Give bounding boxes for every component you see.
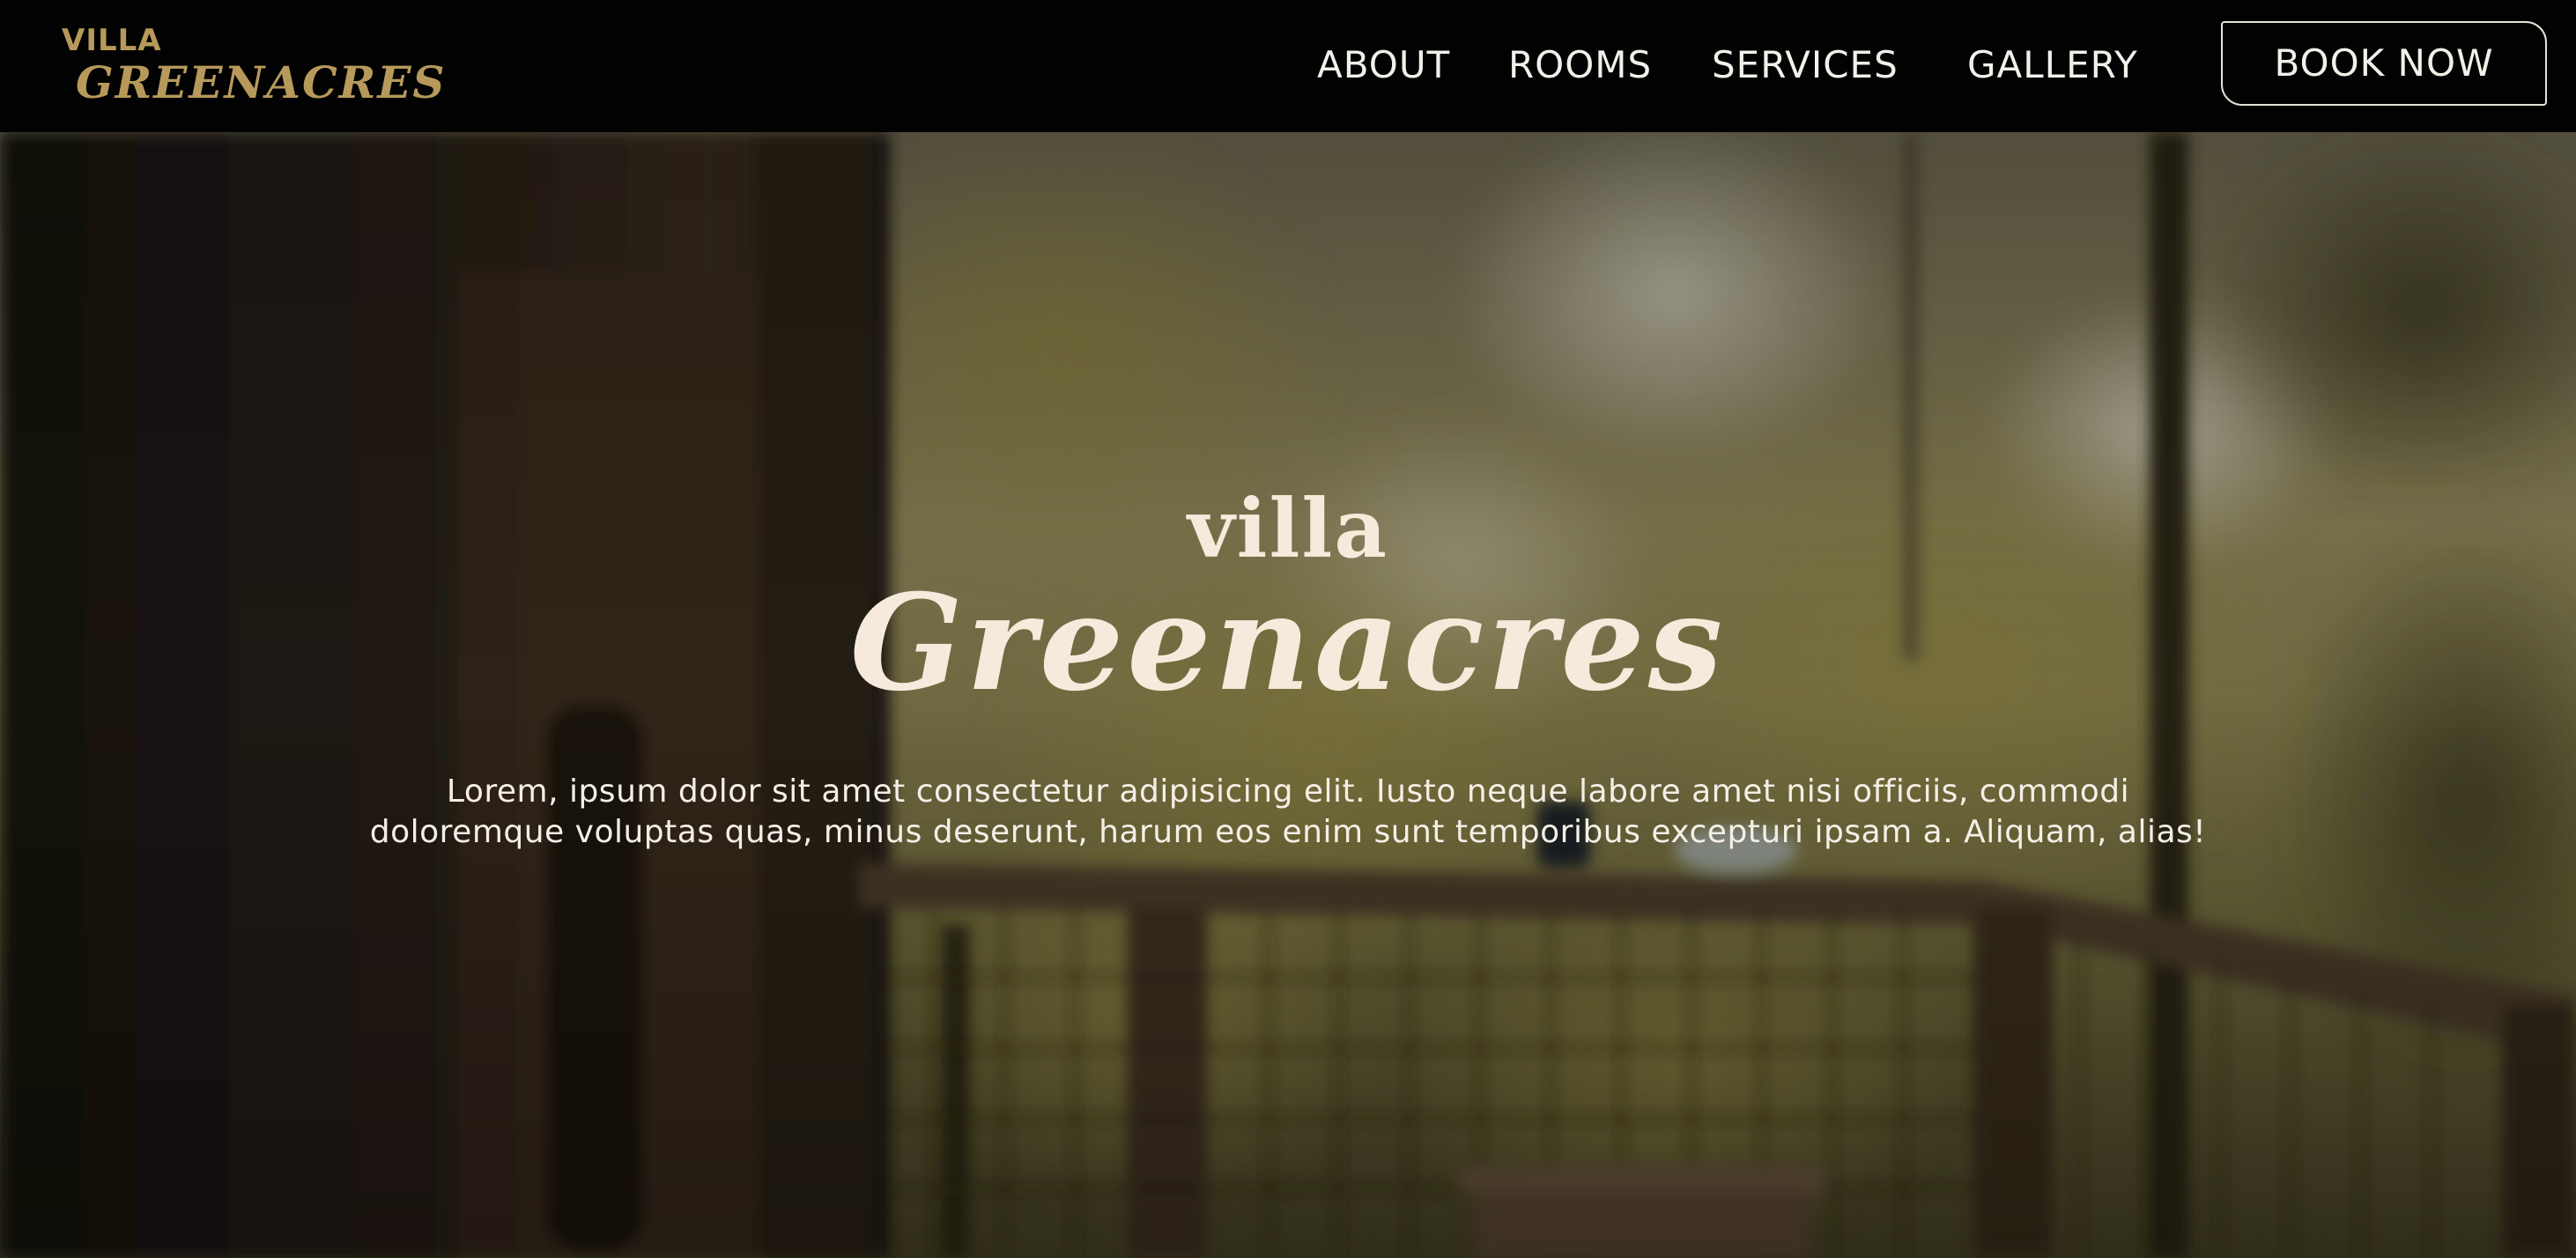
nav-link-services[interactable]: SERVICES <box>1712 41 1899 89</box>
site-header: VILLA GREENACRES ABOUT ROOMS SERVICES GA… <box>0 0 2576 132</box>
nav-link-gallery[interactable]: GALLERY <box>1967 41 2138 89</box>
book-now-button[interactable]: BOOK NOW <box>2221 21 2547 106</box>
logo-villa-text: VILLA <box>62 23 162 58</box>
hero-description: Lorem, ipsum dolor sit amet consectetur … <box>369 773 2207 850</box>
logo-greenacres-text: GREENACRES <box>76 56 447 108</box>
landing-page: VILLA GREENACRES ABOUT ROOMS SERVICES GA… <box>0 0 2576 1258</box>
nav-link-rooms[interactable]: ROOMS <box>1508 41 1652 89</box>
hero-title-greenacres: Greenacres <box>849 566 1727 721</box>
nav-link-about[interactable]: ABOUT <box>1317 41 1450 89</box>
hero-title-villa: villa <box>1188 481 1388 576</box>
site-logo[interactable]: VILLA GREENACRES <box>62 23 445 111</box>
hero-section: villa Greenacres Lorem, ipsum dolor sit … <box>0 132 2576 1258</box>
